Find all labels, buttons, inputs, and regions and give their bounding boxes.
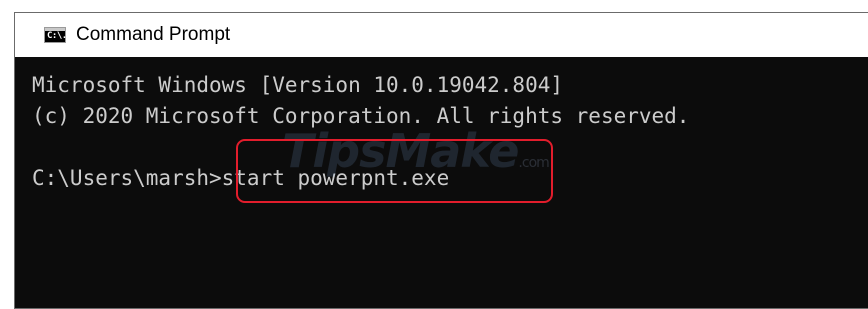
- window-title: Command Prompt: [76, 24, 231, 45]
- title-bar[interactable]: C:\. Command Prompt: [15, 13, 868, 57]
- command-highlight-box: [236, 139, 553, 203]
- page: C:\. Command Prompt Microsoft Windows [V…: [0, 0, 868, 309]
- cmd-icon: C:\.: [44, 27, 67, 43]
- cmd-icon-glyph: C:\.: [47, 31, 67, 41]
- console-line-version: Microsoft Windows [Version 10.0.19042.80…: [32, 73, 564, 97]
